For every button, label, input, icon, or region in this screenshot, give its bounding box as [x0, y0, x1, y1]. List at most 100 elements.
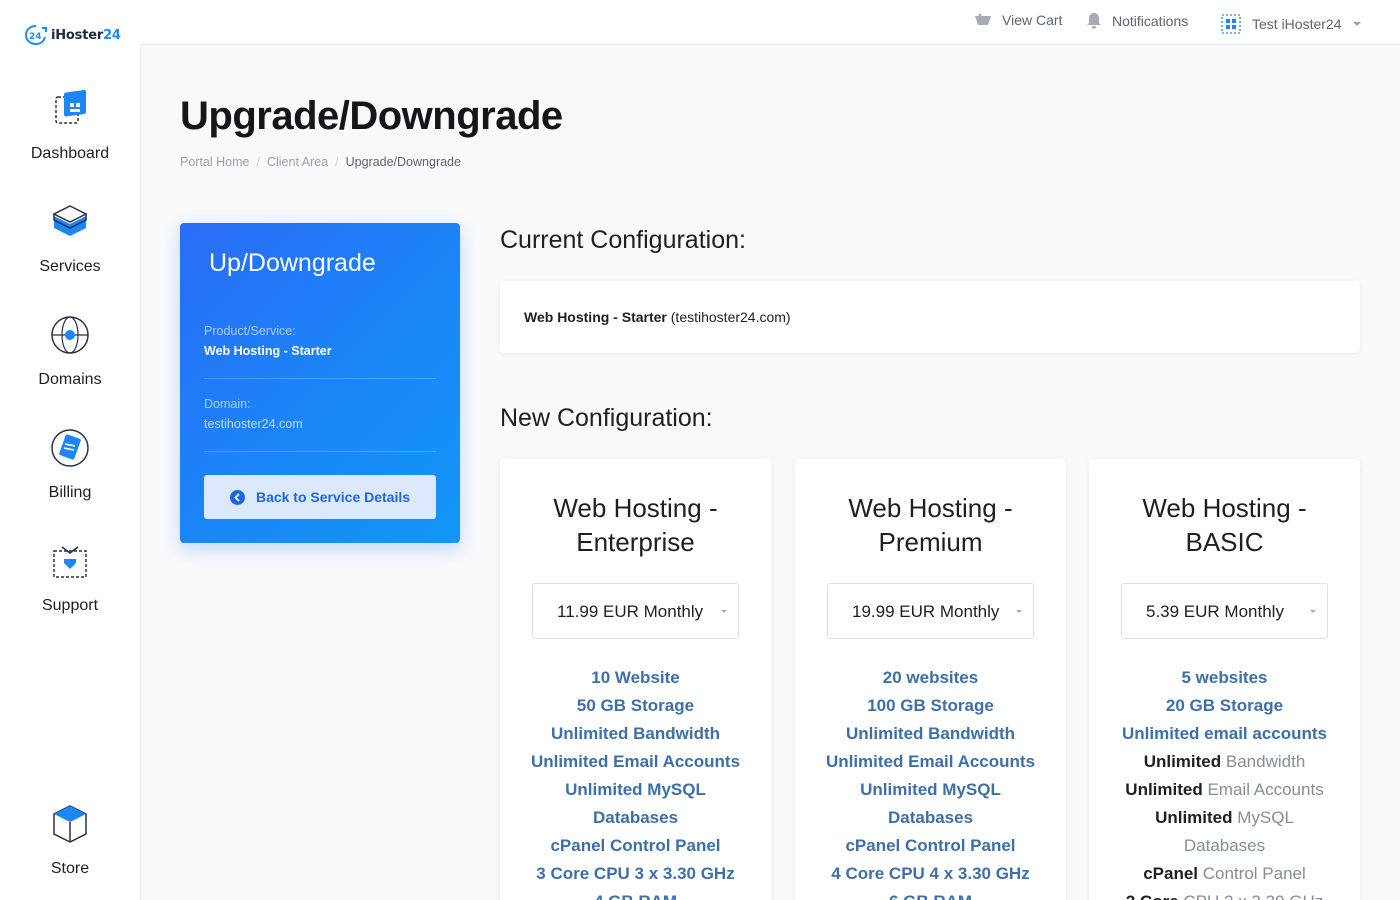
breadcrumb-portal-home[interactable]: Portal Home	[180, 155, 249, 169]
chevron-down-icon	[1353, 22, 1362, 26]
feature-item: Unlimited Bandwidth	[845, 724, 1016, 743]
feature-item: 20 GB Storage	[1165, 696, 1284, 715]
feature-item: cPanel Control Panel	[550, 836, 721, 855]
product-card-enterprise: Web Hosting - Enterprise 11.99 EUR Month…	[500, 459, 771, 900]
feature-item: Unlimited email accounts	[1122, 724, 1327, 743]
feature-item: 50 GB Storage	[576, 696, 695, 715]
feature-item: Unlimited Bandwidth	[1143, 752, 1306, 771]
feature-list: 10 Website 50 GB Storage Unlimited Bandw…	[500, 664, 771, 900]
user-menu[interactable]: Test iHoster24	[1220, 13, 1362, 35]
sidebar-item-label: Services	[39, 258, 101, 275]
logo-badge: 24	[29, 32, 42, 42]
feature-list: 5 websites 20 GB Storage Unlimited email…	[1089, 664, 1360, 900]
breadcrumb-separator: /	[335, 155, 339, 169]
domain-value: testihoster24.com	[204, 417, 303, 431]
panel-divider	[204, 378, 436, 379]
current-config-text: Web Hosting - Starter (testihoster24.com…	[524, 309, 791, 325]
sidebar-item-support[interactable]: Support	[0, 539, 140, 615]
new-config-heading: New Configuration:	[500, 404, 713, 432]
breadcrumb-client-area[interactable]: Client Area	[267, 155, 328, 169]
brand-logo[interactable]: 24 iHoster24	[24, 24, 121, 46]
feature-item: Databases	[887, 808, 974, 827]
feature-item: 3 Core CPU 3 x 3.30 GHz	[536, 864, 735, 883]
view-cart-label: View Cart	[1002, 12, 1063, 28]
feature-item: 10 Website	[591, 668, 680, 687]
feature-item: Unlimited MySQL	[565, 780, 706, 799]
sidebar-item-services[interactable]: Services	[0, 200, 140, 276]
sidebar-item-label: Store	[50, 860, 90, 877]
notifications-link[interactable]: Notifications	[1086, 12, 1188, 30]
chevron-down-icon	[721, 610, 727, 613]
feature-item: 20 websites	[882, 668, 979, 687]
chevron-down-icon	[1310, 610, 1316, 613]
feature-item: Databases	[1183, 836, 1266, 855]
breadcrumb-current: Upgrade/Downgrade	[345, 155, 461, 169]
feature-item: Unlimited Email Accounts	[1125, 780, 1324, 799]
cube-icon	[53, 805, 87, 843]
sidebar-item-dashboard[interactable]: Dashboard	[0, 87, 140, 163]
cart-icon	[975, 13, 991, 25]
updowngrade-panel: Up/Downgrade Product/Service: Web Hostin…	[180, 223, 460, 543]
billing-cycle-value: 19.99 EUR Monthly	[852, 602, 1000, 621]
sidebar-item-label: Support	[41, 597, 99, 614]
bell-icon	[1087, 13, 1101, 29]
billing-cycle-value: 5.39 EUR Monthly	[1146, 602, 1284, 621]
sidebar-item-billing[interactable]: Billing	[0, 426, 140, 502]
feature-item: Unlimited MySQL	[860, 780, 1001, 799]
feature-item: 6 GB RAM	[795, 888, 1066, 900]
feature-item: Unlimited Email Accounts	[825, 752, 1036, 771]
user-name: Test iHoster24	[1252, 16, 1342, 32]
logo-icon: 24	[24, 25, 47, 46]
feature-item: 4 GB RAM	[500, 888, 771, 900]
sidebar-item-label: Domains	[38, 371, 102, 388]
billing-cycle-select[interactable]: 11.99 EUR Monthly	[532, 583, 739, 639]
sidebar-item-label: Dashboard	[30, 145, 110, 162]
billing-cycle-value: 11.99 EUR Monthly	[557, 602, 704, 621]
product-card-basic: Web Hosting - BASIC 5.39 EUR Monthly 5 w…	[1089, 459, 1360, 900]
feature-item: Unlimited Email Accounts	[530, 752, 741, 771]
feature-item: 100 GB Storage	[867, 696, 994, 715]
sidebar-item-store[interactable]: Store	[0, 802, 140, 878]
product-card-premium: Web Hosting - Premium 19.99 EUR Monthly …	[795, 459, 1066, 900]
arrow-left-circle-icon	[229, 489, 245, 505]
invoice-icon	[51, 429, 89, 467]
feature-item: Databases	[592, 808, 679, 827]
domain-label: Domain:	[204, 397, 251, 411]
feature-item: 4 Core CPU 4 x 3.30 GHz	[831, 864, 1030, 883]
view-cart-link[interactable]: View Cart	[974, 12, 1062, 28]
current-config-box: Web Hosting - Starter (testihoster24.com…	[500, 281, 1360, 353]
page-title: Upgrade/Downgrade	[180, 94, 563, 138]
current-domain: (testihoster24.com)	[670, 309, 791, 325]
feature-item: cPanel Control Panel	[845, 836, 1016, 855]
panel-title: Up/Downgrade	[209, 249, 376, 277]
billing-cycle-select[interactable]: 19.99 EUR Monthly	[827, 583, 1034, 639]
user-grid-icon	[1221, 14, 1241, 34]
feature-item: cPanel Control Panel	[1143, 864, 1306, 883]
topbar: View Cart Notifications Test iHoster24	[140, 0, 1400, 45]
notifications-label: Notifications	[1112, 13, 1189, 29]
feature-item: Unlimited Bandwidth	[550, 724, 721, 743]
feature-item: 5 websites	[1181, 668, 1268, 687]
sidebar-item-domains[interactable]: Domains	[0, 313, 140, 389]
globe-icon	[51, 316, 89, 354]
product-name: Web Hosting - BASIC	[1142, 493, 1307, 557]
product-label: Product/Service:	[204, 324, 296, 338]
feature-list: 20 websites 100 GB Storage Unlimited Ban…	[795, 664, 1066, 900]
current-config-heading: Current Configuration:	[500, 226, 746, 254]
product-name: Web Hosting - Premium	[848, 493, 1013, 557]
product-value: Web Hosting - Starter	[204, 344, 332, 358]
panel-divider	[204, 451, 436, 452]
dashboard-icon	[55, 89, 86, 124]
sidebar-item-label: Billing	[48, 484, 92, 501]
product-name: Web Hosting - Enterprise	[553, 493, 718, 557]
chevron-down-icon	[1016, 610, 1022, 613]
breadcrumb-separator: /	[256, 155, 260, 169]
support-box-icon	[53, 546, 87, 578]
back-button-label: Back to Service Details	[255, 489, 411, 505]
feature-item: 2 Core CPU 2 x 3.30 GHz	[1089, 888, 1360, 900]
layers-icon	[52, 205, 88, 236]
back-to-service-details-button[interactable]: Back to Service Details	[204, 475, 436, 519]
sidebar: 24 iHoster24 Dashboard Services Domains	[0, 0, 140, 900]
billing-cycle-select[interactable]: 5.39 EUR Monthly	[1121, 583, 1328, 639]
feature-item: Unlimited MySQL	[1155, 808, 1294, 827]
